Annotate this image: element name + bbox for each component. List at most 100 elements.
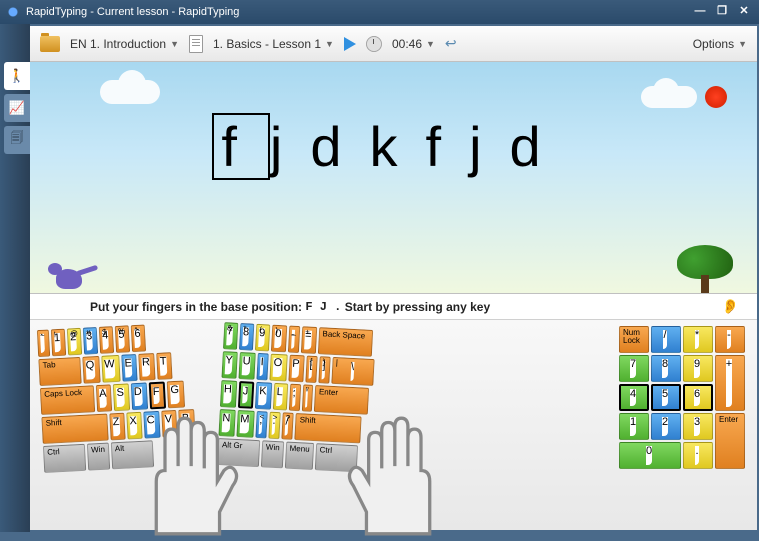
key-+[interactable]: + (715, 355, 745, 411)
sound-icon[interactable]: 👂 (722, 298, 739, 315)
key-tab[interactable]: Tab (38, 357, 81, 386)
key-ctrl[interactable]: Ctrl (43, 444, 86, 473)
key-alt-gr[interactable]: Alt Gr (217, 438, 260, 467)
key-/[interactable]: / (651, 326, 681, 353)
close-button[interactable]: ✕ (735, 5, 753, 19)
key-x[interactable]: X (126, 412, 143, 440)
key-1[interactable]: 1 (619, 413, 649, 440)
key-5[interactable]: %5 (115, 325, 131, 353)
key-d[interactable]: D (130, 382, 147, 410)
key-[[interactable]: {[ (305, 356, 317, 384)
repeat-icon[interactable]: ↩ (445, 35, 457, 52)
key-shift[interactable]: Shift (294, 413, 361, 443)
key-5[interactable]: 5 (651, 384, 681, 411)
key-4[interactable]: 4 (619, 384, 649, 411)
instruction-bar: Put your fingers in the base position: F… (30, 294, 757, 320)
key-t[interactable]: T (156, 352, 172, 380)
key-w[interactable]: W (101, 355, 121, 383)
key-enter[interactable]: Enter (314, 385, 369, 415)
toolbar: EN 1. Introduction ▼ 1. Basics - Lesson … (30, 26, 757, 62)
tab-lesson[interactable]: 🚶 (4, 62, 30, 90)
key--[interactable]: - (715, 326, 745, 353)
clock-icon (366, 36, 382, 52)
play-button[interactable] (344, 37, 356, 51)
key-alt[interactable]: Alt (111, 440, 154, 469)
options-dropdown[interactable]: Options ▼ (693, 37, 747, 51)
key-/[interactable]: ?/ (281, 412, 293, 440)
key-9[interactable]: (9 (255, 324, 271, 352)
key-4[interactable]: $4 (99, 326, 115, 354)
key-h[interactable]: H (220, 380, 237, 408)
tab-stats[interactable]: 📈 (4, 94, 30, 122)
keyboard-area: ~`!1@2#3$4%5^6 TabQWERT Caps LockASDFG Shif… (30, 320, 757, 530)
key-e[interactable]: E (121, 354, 138, 382)
key-][interactable]: }] (318, 356, 330, 384)
key-back-space[interactable]: Back Space (317, 327, 372, 357)
key-b[interactable]: B (179, 409, 196, 437)
key-i[interactable]: I (256, 353, 268, 381)
key-,[interactable]: <, (255, 411, 267, 439)
key-g[interactable]: G (167, 381, 185, 409)
key-0[interactable]: )0 (271, 325, 287, 353)
key--[interactable]: _- (287, 326, 300, 354)
key-8[interactable]: 8 (651, 355, 681, 382)
key-o[interactable]: O (269, 354, 287, 382)
key-y[interactable]: Y (221, 351, 238, 379)
time-dropdown[interactable]: 00:46 ▼ (392, 37, 435, 51)
course-dropdown[interactable]: EN 1. Introduction ▼ (70, 37, 179, 51)
key-1[interactable]: !1 (50, 329, 66, 357)
key-3[interactable]: #3 (83, 327, 99, 355)
key-s[interactable]: S (113, 383, 130, 411)
key-'[interactable]: "' (302, 384, 314, 411)
key-num-lock[interactable]: Num Lock (619, 326, 649, 353)
key-0[interactable]: 0 (619, 442, 681, 469)
tab-pages[interactable]: 🗐 (4, 126, 30, 154)
key-6[interactable]: ^6 (131, 324, 147, 352)
key-8[interactable]: *8 (239, 323, 255, 351)
key-.[interactable]: >. (268, 412, 280, 440)
key-j[interactable]: J (238, 381, 255, 409)
key-k[interactable]: K (255, 382, 272, 410)
key-win[interactable]: Win (261, 440, 284, 468)
cloud-decoration (100, 80, 160, 104)
maximize-button[interactable]: ❐ (713, 5, 731, 19)
key-n[interactable]: N (218, 409, 235, 437)
key-enter[interactable]: Enter (715, 413, 745, 469)
lesson-dropdown[interactable]: 1. Basics - Lesson 1 ▼ (213, 37, 334, 51)
key-7[interactable]: &7 (223, 322, 239, 350)
key-2[interactable]: 2 (651, 413, 681, 440)
key-2[interactable]: @2 (67, 328, 83, 356)
typing-area: fjdkfjd (30, 62, 757, 294)
key-shift[interactable]: Shift (41, 414, 108, 444)
options-label: Options (693, 37, 734, 51)
sun-decoration (705, 86, 727, 108)
key-u[interactable]: U (238, 352, 255, 380)
key-l[interactable]: L (272, 383, 288, 411)
key-`[interactable]: ~` (37, 330, 50, 358)
key-*[interactable]: * (683, 326, 713, 353)
key-=[interactable]: += (301, 326, 317, 354)
key-f[interactable]: F (148, 381, 166, 409)
key-9[interactable]: 9 (683, 355, 713, 382)
key-menu[interactable]: Menu (284, 442, 313, 470)
key-c[interactable]: C (143, 411, 160, 439)
key-q[interactable]: Q (82, 356, 100, 384)
key-.[interactable]: . (683, 442, 713, 469)
key-win[interactable]: Win (87, 443, 110, 471)
key-;[interactable]: :; (288, 384, 300, 412)
key-7[interactable]: 7 (619, 355, 649, 382)
key-m[interactable]: M (236, 410, 255, 438)
key-6[interactable]: 6 (683, 384, 713, 411)
key-\[interactable]: |\ (331, 357, 374, 386)
window-title: RapidTyping - Current lesson - RapidTypi… (26, 6, 691, 18)
key-p[interactable]: P (288, 355, 305, 383)
instruction-suffix: Start by pressing any key (345, 300, 490, 314)
key-3[interactable]: 3 (683, 413, 713, 440)
key-ctrl[interactable]: Ctrl (314, 443, 357, 472)
key-z[interactable]: Z (109, 413, 125, 441)
key-caps-lock[interactable]: Caps Lock (40, 385, 95, 415)
minimize-button[interactable]: — (691, 5, 709, 19)
key-a[interactable]: A (96, 384, 113, 412)
key-r[interactable]: R (138, 353, 155, 381)
key-v[interactable]: V (161, 410, 178, 438)
